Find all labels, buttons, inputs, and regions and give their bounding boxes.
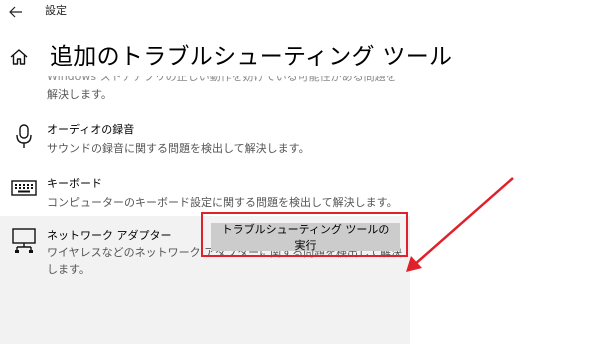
- back-button[interactable]: [6, 2, 26, 22]
- window-title: 設定: [45, 4, 67, 17]
- title-bar: 設定: [0, 0, 600, 28]
- list-item-audio-recording[interactable]: オーディオの録音 サウンドの録音に関する問題を検出して解決します。: [0, 116, 410, 166]
- partial-item-desc-line1: Windows ストアアプリの正しい動作を妨げている可能性がある問題を: [47, 76, 397, 83]
- page-title: 追加のトラブルシューティング ツール: [50, 44, 453, 70]
- item-name: キーボード: [47, 177, 102, 190]
- item-description: コンピューターのキーボード設定に関する問題を検出して解決します。: [47, 196, 398, 209]
- back-arrow-icon: [9, 6, 22, 18]
- item-description: サウンドの録音に関する問題を検出して解決します。: [47, 142, 310, 155]
- list-item-partial[interactable]: Windows ストアアプリの正しい動作を妨げている可能性がある問題を 解決しま…: [47, 76, 407, 104]
- partial-item-desc-line2: 解決します。: [47, 88, 112, 101]
- annotation-highlight-box: [201, 212, 408, 257]
- troubleshooter-list: Windows ストアアプリの正しい動作を妨げている可能性がある問題を 解決しま…: [0, 76, 600, 344]
- network-adapter-icon: [10, 226, 38, 254]
- home-icon[interactable]: [8, 46, 30, 68]
- list-item-keyboard[interactable]: キーボード コンピューターのキーボード設定に関する問題を検出して解決します。: [0, 168, 410, 218]
- item-name: オーディオの録音: [47, 123, 135, 136]
- microphone-icon: [10, 122, 38, 150]
- keyboard-icon: [10, 174, 38, 202]
- item-name: ネットワーク アダプター: [47, 229, 172, 242]
